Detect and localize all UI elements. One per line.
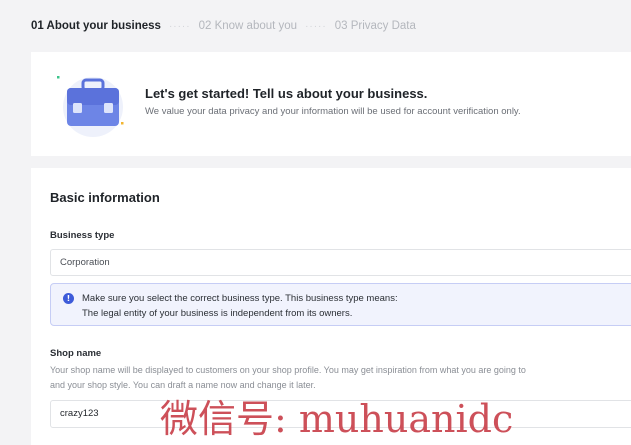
progress-stepper: 01 About your business ····· 02 Know abo… — [0, 0, 631, 52]
section-title: Basic information — [50, 190, 160, 205]
shop-name-help-line-1: Your shop name will be displayed to cust… — [50, 365, 526, 375]
intro-subtitle: We value your data privacy and your info… — [145, 106, 521, 117]
intro-banner: Let's get started! Tell us about your bu… — [31, 52, 631, 156]
business-type-label: Business type — [50, 230, 115, 241]
shop-name-label: Shop name — [50, 348, 102, 359]
briefcase-icon — [57, 76, 124, 137]
intro-title: Let's get started! Tell us about your bu… — [145, 86, 428, 101]
watermark-text: 微信号: muhuanidc — [160, 397, 514, 441]
step-separator: ····· — [305, 20, 327, 32]
step-about-business[interactable]: 01 About your business — [31, 20, 161, 32]
info-icon: ! — [63, 293, 74, 304]
business-type-notice: ! Make sure you select the correct busin… — [50, 283, 631, 326]
step-privacy-data[interactable]: 03 Privacy Data — [335, 20, 416, 32]
business-type-select[interactable]: Corporation — [50, 249, 631, 276]
notice-line-2: The legal entity of your business is ind… — [82, 308, 353, 319]
notice-line-1: Make sure you select the correct busines… — [82, 293, 398, 304]
step-separator: ····· — [168, 20, 191, 32]
step-know-about-you[interactable]: 02 Know about you — [199, 20, 297, 32]
